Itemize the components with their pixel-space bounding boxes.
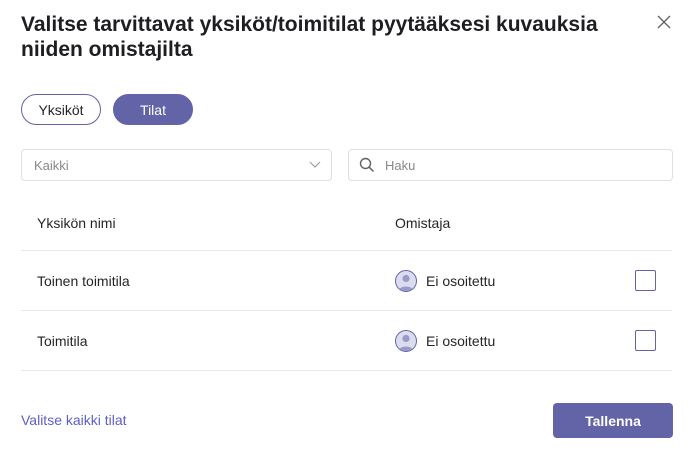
search-icon	[359, 157, 375, 173]
row-checkbox[interactable]	[635, 270, 656, 291]
filter-dropdown-value: Kaikki	[34, 157, 69, 173]
row-owner: Ei osoitettu	[395, 269, 496, 292]
row-owner-label: Ei osoitettu	[426, 332, 496, 349]
row-name: Toinen toimitila	[37, 272, 130, 289]
search-input[interactable]	[383, 156, 657, 174]
column-header-owner: Omistaja	[395, 214, 451, 231]
close-icon	[657, 15, 671, 29]
chevron-down-icon	[309, 161, 321, 169]
select-all-link[interactable]: Valitse kaikki tilat	[21, 412, 127, 428]
units-table: Yksikön nimi Omistaja Toinen toimitila E…	[21, 195, 672, 371]
row-owner: Ei osoitettu	[395, 329, 496, 352]
tab-yksikot[interactable]: Yksiköt	[21, 94, 101, 125]
table-row: Toimitila Ei osoitettu	[21, 311, 672, 371]
tab-group: Yksiköt Tilat	[21, 94, 193, 125]
user-avatar-icon	[395, 269, 417, 292]
user-avatar-icon	[395, 329, 417, 352]
search-box	[348, 149, 673, 181]
row-name: Toimitila	[37, 332, 88, 349]
dialog-title: Valitse tarvittavat yksiköt/toimitilat p…	[21, 13, 598, 61]
column-header-name: Yksikön nimi	[37, 214, 116, 231]
filter-dropdown[interactable]: Kaikki	[21, 149, 332, 181]
table-header: Yksikön nimi Omistaja	[21, 195, 672, 251]
close-button[interactable]	[653, 11, 675, 33]
table-row: Toinen toimitila Ei osoitettu	[21, 251, 672, 311]
save-button[interactable]: Tallenna	[553, 403, 673, 438]
row-checkbox[interactable]	[635, 330, 656, 351]
row-owner-label: Ei osoitettu	[426, 272, 496, 289]
tab-tilat[interactable]: Tilat	[113, 94, 193, 125]
